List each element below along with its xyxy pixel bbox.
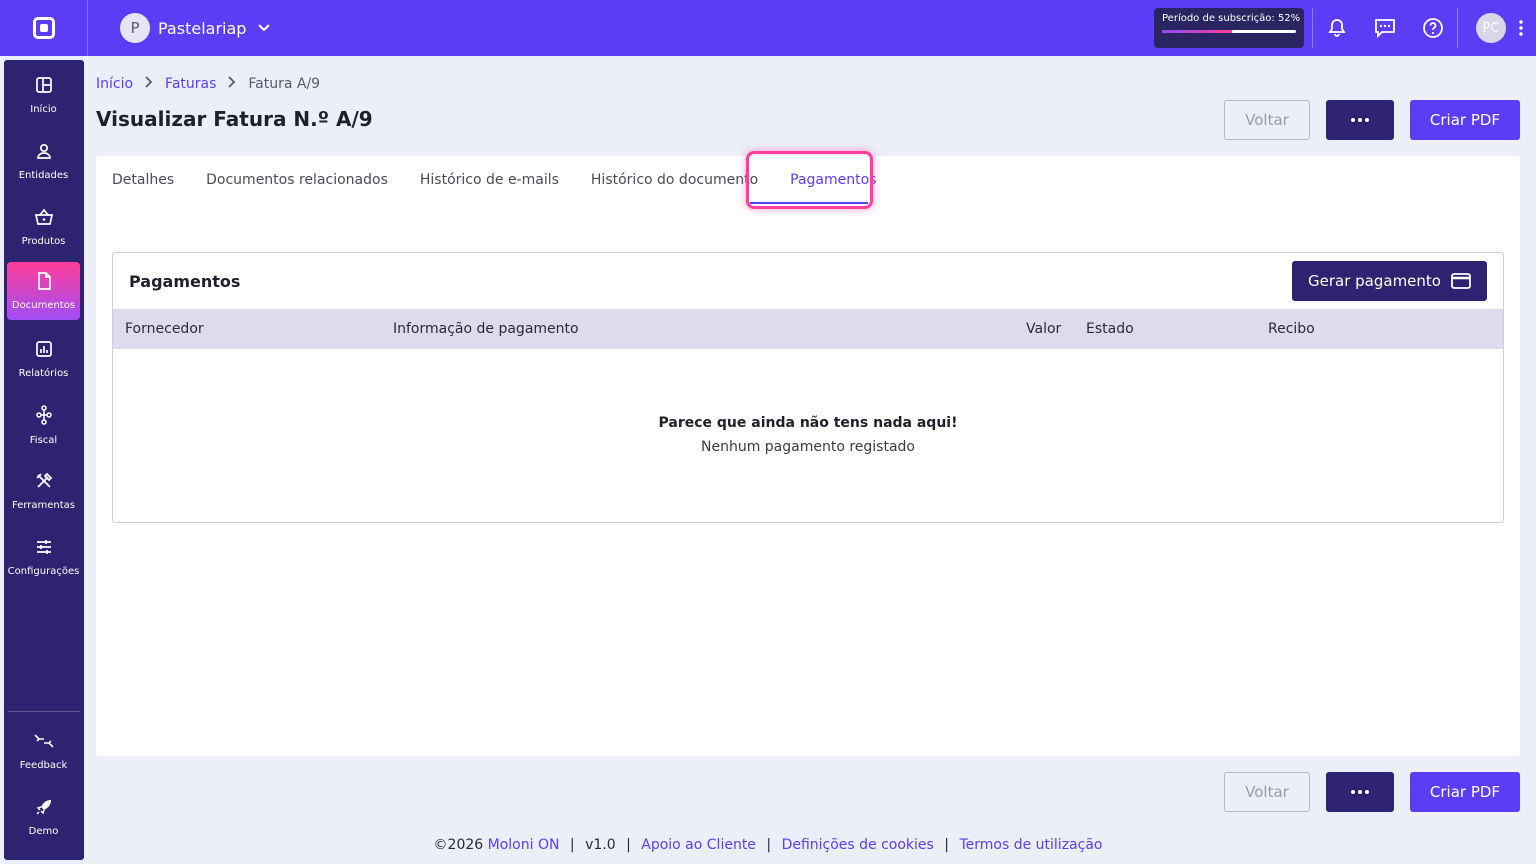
empty-state-title: Parece que ainda não tens nada aqui! <box>658 415 958 431</box>
sidebar-item-label: Configurações <box>7 565 80 577</box>
tab-historico-documento[interactable]: Histórico do documento <box>575 156 774 204</box>
back-button-bottom[interactable]: Voltar <box>1224 772 1310 812</box>
footer-brand-link[interactable]: Moloni ON <box>488 837 560 853</box>
sliders-icon <box>35 538 53 560</box>
page-title: Visualizar Fatura N.º A/9 <box>96 107 373 131</box>
column-header-status[interactable]: Estado <box>1086 321 1134 337</box>
sidebar-item-label: Demo <box>28 825 59 837</box>
tab-historico-emails[interactable]: Histórico de e-mails <box>404 156 575 204</box>
payments-title: Pagamentos <box>129 272 241 291</box>
chevron-down-icon <box>258 21 271 35</box>
company-switcher[interactable]: P Pastelariap <box>120 13 271 43</box>
sidebar-item-label: Relatórios <box>18 367 69 379</box>
sidebar-item-label: Feedback <box>19 759 68 771</box>
rocket-icon <box>35 798 53 820</box>
subscription-text: Período de subscrição: 52% <box>1162 13 1301 24</box>
company-name: Pastelariap <box>158 18 247 38</box>
sidebar-item-label: Documentos <box>11 299 76 311</box>
column-header-payment-info[interactable]: Informação de pagamento <box>393 321 579 337</box>
sidebar-item-documentos[interactable]: Documentos <box>7 262 80 320</box>
hierarchy-icon <box>35 404 53 429</box>
subscription-period[interactable]: Período de subscrição: 52% <box>1154 8 1304 48</box>
feedback-icon <box>33 732 55 754</box>
column-header-receipt[interactable]: Recibo <box>1268 321 1315 337</box>
payments-table-header: Fornecedor Informação de pagamento Valor… <box>113 309 1503 349</box>
chat-icon[interactable] <box>1361 0 1409 56</box>
generate-payment-button[interactable]: Gerar pagamento <box>1292 261 1487 301</box>
credit-card-icon <box>1451 273 1471 289</box>
footer-support-link[interactable]: Apoio ao Cliente <box>641 837 756 853</box>
footer-version: v1.0 <box>585 837 616 853</box>
sidebar: Início Entidades Produtos Documentos Rel… <box>4 60 84 860</box>
breadcrumb-home-link[interactable]: Início <box>96 76 133 92</box>
more-horizontal-icon <box>1351 790 1369 794</box>
dashboard-icon <box>35 76 53 98</box>
moloni-logo-icon[interactable] <box>0 0 88 56</box>
user-avatar[interactable]: PC <box>1476 13 1506 43</box>
more-vertical-icon[interactable] <box>1506 20 1536 36</box>
footer-copyright: ©2026 <box>433 837 484 853</box>
footer-cookies-link[interactable]: Definições de cookies <box>782 837 934 853</box>
column-header-supplier[interactable]: Fornecedor <box>125 321 204 337</box>
more-horizontal-icon <box>1351 118 1369 122</box>
top-bar: P Pastelariap Período de subscrição: 52%… <box>0 0 1536 56</box>
sidebar-item-label: Produtos <box>21 235 66 247</box>
sidebar-item-configuracoes[interactable]: Configurações <box>7 528 80 586</box>
basket-icon <box>34 208 54 230</box>
more-actions-button-bottom[interactable] <box>1326 772 1394 812</box>
footer: ©2026 Moloni ON | v1.0 | Apoio ao Client… <box>433 837 1103 853</box>
sidebar-item-produtos[interactable]: Produtos <box>7 198 80 256</box>
sidebar-item-label: Entidades <box>18 169 69 181</box>
column-header-value[interactable]: Valor <box>1026 321 1061 337</box>
sidebar-item-ferramentas[interactable]: Ferramentas <box>7 462 80 520</box>
sidebar-item-fiscal[interactable]: Fiscal <box>7 396 80 454</box>
breadcrumb: Início Faturas Fatura A/9 <box>96 76 320 92</box>
bell-icon[interactable] <box>1313 0 1361 56</box>
footer-terms-link[interactable]: Termos de utilização <box>959 837 1102 853</box>
sidebar-item-label: Ferramentas <box>11 499 76 511</box>
tab-documentos-relacionados[interactable]: Documentos relacionados <box>190 156 404 204</box>
chevron-right-icon <box>228 76 236 92</box>
empty-state-subtitle: Nenhum pagamento registado <box>700 439 915 455</box>
sidebar-item-feedback[interactable]: Feedback <box>7 722 80 780</box>
generate-payment-label: Gerar pagamento <box>1308 272 1441 290</box>
sidebar-item-relatorios[interactable]: Relatórios <box>7 330 80 388</box>
tab-bar: Detalhes Documentos relacionados Históri… <box>96 156 892 204</box>
subscription-progress-bar <box>1162 30 1296 33</box>
chart-icon <box>35 340 53 362</box>
sidebar-item-label: Início <box>30 103 57 115</box>
document-icon <box>36 271 52 294</box>
tab-pagamentos[interactable]: Pagamentos <box>774 156 892 204</box>
tools-icon <box>35 472 53 494</box>
active-tab-indicator <box>750 202 868 204</box>
breadcrumb-current: Fatura A/9 <box>248 76 321 92</box>
help-icon[interactable] <box>1409 0 1457 56</box>
payments-panel: Pagamentos Gerar pagamento Fornecedor In… <box>112 252 1504 523</box>
company-avatar: P <box>120 13 150 43</box>
tab-detalhes[interactable]: Detalhes <box>96 156 190 204</box>
back-button[interactable]: Voltar <box>1224 100 1310 140</box>
more-actions-button[interactable] <box>1326 100 1394 140</box>
sidebar-item-inicio[interactable]: Início <box>7 66 80 124</box>
create-pdf-button[interactable]: Criar PDF <box>1410 100 1520 140</box>
create-pdf-button-bottom[interactable]: Criar PDF <box>1410 772 1520 812</box>
breadcrumb-section-link[interactable]: Faturas <box>165 76 216 92</box>
sidebar-item-label: Fiscal <box>29 434 58 446</box>
main-card: Detalhes Documentos relacionados Históri… <box>96 151 1520 756</box>
person-icon <box>35 142 53 164</box>
chevron-right-icon <box>145 76 153 92</box>
sidebar-item-entidades[interactable]: Entidades <box>7 132 80 190</box>
